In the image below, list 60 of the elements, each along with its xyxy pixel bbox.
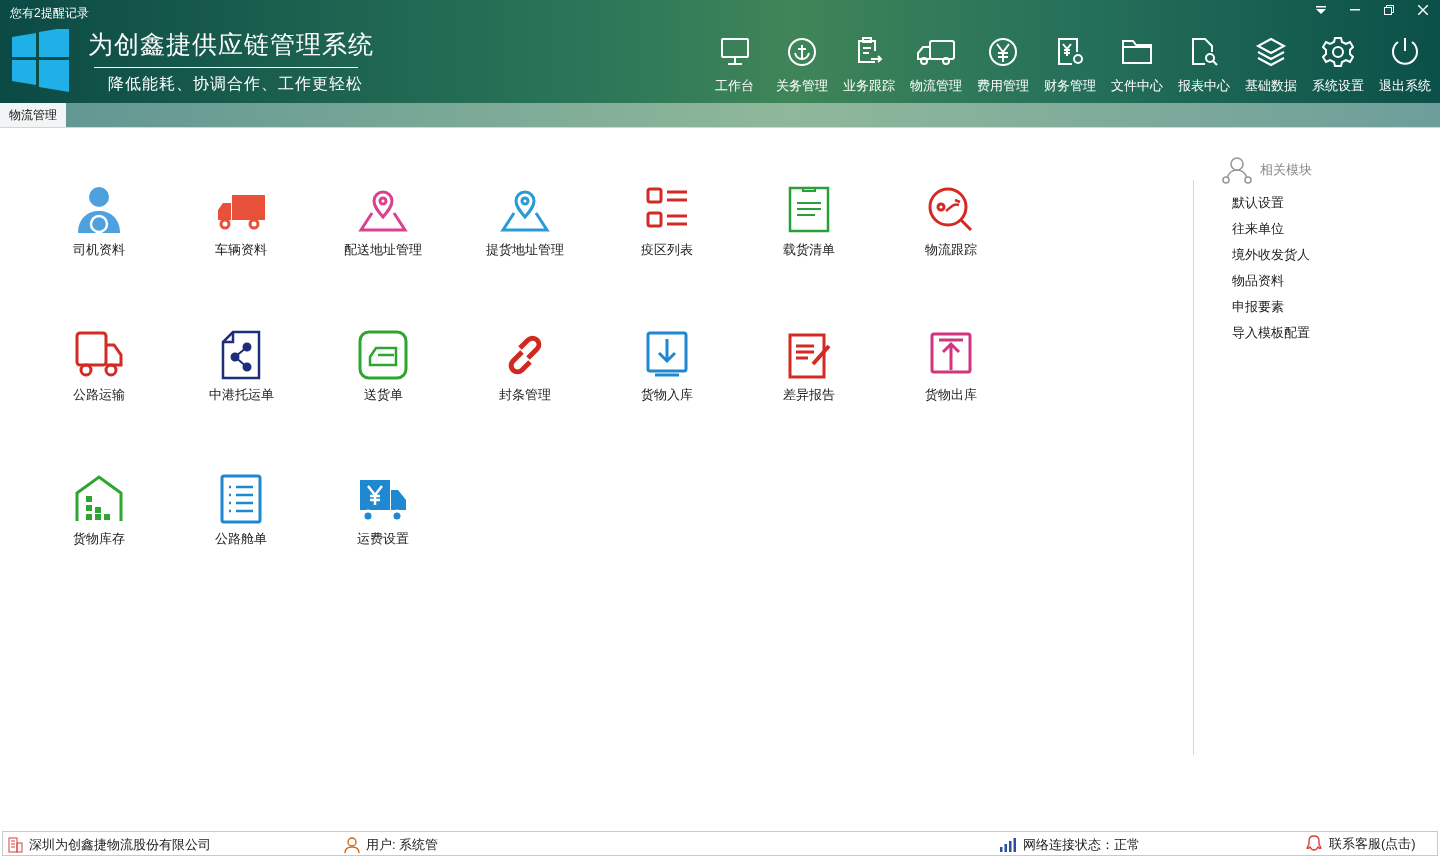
module-button[interactable]: 车辆资料 <box>170 185 312 260</box>
nav-button[interactable]: 基础数据 <box>1237 36 1304 96</box>
nav-button[interactable]: 工作台 <box>701 36 768 96</box>
module-button[interactable]: 公路运输 <box>28 329 170 404</box>
related-module-link[interactable]: 默认设置 <box>1232 193 1310 219</box>
contact-support-link[interactable]: 联系客服(点击) <box>1329 834 1416 854</box>
related-module-link[interactable]: 往来单位 <box>1232 219 1310 245</box>
module-button[interactable]: 配送地址管理 <box>312 185 454 260</box>
related-modules-icon <box>1222 156 1252 184</box>
module-button[interactable]: 货物入库 <box>596 329 738 404</box>
anchor-icon <box>785 36 818 68</box>
related-module-link[interactable]: 申报要素 <box>1232 297 1310 323</box>
nav-button[interactable]: 费用管理 <box>969 36 1036 96</box>
settings-icon <box>1321 36 1354 68</box>
monitor-icon <box>718 36 751 68</box>
nav-button[interactable]: 文件中心 <box>1103 36 1170 96</box>
tab[interactable]: 物流管理 <box>0 103 66 127</box>
nav-button[interactable]: 业务跟踪 <box>835 36 902 96</box>
signal-icon <box>1000 837 1017 852</box>
module-button[interactable]: 物流跟踪 <box>880 185 1022 260</box>
chat-icon <box>1305 834 1323 853</box>
app-title: 为创鑫捷供应链管理系统 <box>88 32 374 57</box>
download-box-icon <box>645 329 689 380</box>
module-button[interactable]: 送货单 <box>312 329 454 404</box>
user-icon <box>344 836 360 853</box>
module-button[interactable]: 中港托运单 <box>170 329 312 404</box>
nav-button[interactable]: 退出系统 <box>1371 36 1438 96</box>
module-button[interactable]: 运费设置 <box>312 474 454 549</box>
related-module-link[interactable]: 境外收发货人 <box>1232 245 1310 271</box>
document-icon <box>787 185 831 235</box>
nav-button[interactable]: 系统设置 <box>1304 36 1371 96</box>
network-status: 网络连接状态：正常 <box>1023 836 1140 854</box>
nav-button[interactable]: 报表中心 <box>1170 36 1237 96</box>
app-slogan: 降低能耗、协调合作、工作更轻松 <box>108 74 363 94</box>
related-module-link[interactable]: 物品资料 <box>1232 271 1310 297</box>
module-button[interactable]: 载货清单 <box>738 185 880 260</box>
module-button[interactable]: 公路舱单 <box>170 474 312 549</box>
nav-button[interactable]: 关务管理 <box>768 36 835 96</box>
module-button[interactable]: 差异报告 <box>738 329 880 404</box>
module-button[interactable]: 司机资料 <box>28 185 170 260</box>
warehouse-icon <box>74 474 124 524</box>
related-module-link[interactable]: 导入模板配置 <box>1232 323 1310 349</box>
company-name: 深圳为创鑫捷物流股份有限公司 <box>29 836 211 854</box>
driver-icon <box>76 185 122 235</box>
module-button[interactable]: 货物出库 <box>880 329 1022 404</box>
windows-logo-icon <box>12 29 69 92</box>
layers-icon <box>1254 36 1287 68</box>
user-name: 用户: 系统管 <box>366 836 439 854</box>
module-button[interactable]: 货物库存 <box>28 474 170 549</box>
nav-button[interactable]: 物流管理 <box>902 36 969 96</box>
related-modules-title: 相关模块 <box>1260 161 1312 180</box>
building-icon <box>8 836 23 853</box>
shared-document-icon <box>219 329 263 380</box>
module-button[interactable]: 疫区列表 <box>596 185 738 260</box>
list-document-icon <box>219 474 263 524</box>
nav-button[interactable]: 财务管理 <box>1036 36 1103 96</box>
reminder-text[interactable]: 您有2提醒记录 <box>10 4 89 22</box>
module-button[interactable]: 提货地址管理 <box>454 185 596 260</box>
yen-icon <box>986 36 1019 68</box>
module-button[interactable]: 封条管理 <box>454 329 596 404</box>
